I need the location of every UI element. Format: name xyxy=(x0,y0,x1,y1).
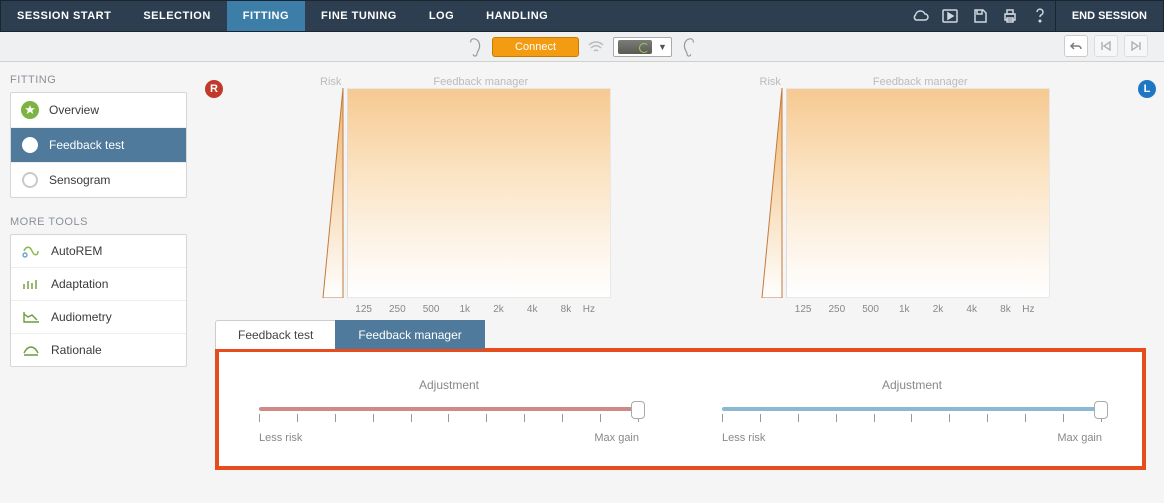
top-nav-bar: SESSION START SELECTION FITTING FINE TUN… xyxy=(0,0,1164,32)
risk-triangle-right xyxy=(311,88,347,298)
end-session-button[interactable]: END SESSION xyxy=(1055,1,1163,31)
feedback-manager-label: Feedback manager xyxy=(351,76,611,88)
risk-triangle-left xyxy=(750,88,786,298)
sidebar-item-adaptation[interactable]: Adaptation xyxy=(11,268,186,301)
chevron-down-icon: ▼ xyxy=(658,42,667,52)
slider-ticks xyxy=(722,414,1102,424)
left-ear-icon xyxy=(680,37,696,57)
tab-feedback-test[interactable]: Feedback test xyxy=(215,320,336,349)
sidebar-group-fitting: Overview Feedback test Sensogram xyxy=(10,92,187,198)
sidebar-item-overview[interactable]: Overview xyxy=(11,93,186,128)
adjustment-left: Adjustment Less risk Max gain xyxy=(722,378,1102,444)
x-axis-right: 125 250 500 1k 2k 4k 8k Hz xyxy=(311,298,611,315)
sidebar-heading-fitting: FITTING xyxy=(10,74,187,86)
adjustment-panel: Adjustment Less risk Max gain Adjustment xyxy=(215,348,1146,470)
device-icon xyxy=(618,40,652,54)
sidebar-item-autorem[interactable]: AutoREM xyxy=(11,235,186,268)
chart-left: Risk Feedback manager 125 250 500 xyxy=(750,76,1050,315)
adjustment-right: Adjustment Less risk Max gain xyxy=(259,378,639,444)
sidebar-item-label: Audiometry xyxy=(51,310,112,324)
right-ear-badge: R xyxy=(205,80,223,98)
nav-fitting[interactable]: FITTING xyxy=(227,1,305,31)
adjustment-slider-left[interactable] xyxy=(722,400,1102,424)
sidebar-item-rationale[interactable]: Rationale xyxy=(11,334,186,366)
nav-session-start[interactable]: SESSION START xyxy=(1,1,127,31)
slider-right-label: Max gain xyxy=(594,432,639,444)
print-icon[interactable] xyxy=(995,1,1025,31)
sidebar-group-more: AutoREM Adaptation Audiometry Rationale xyxy=(10,234,187,367)
nav-log[interactable]: LOG xyxy=(413,1,470,31)
sidebar-item-label: Rationale xyxy=(51,343,102,357)
risk-label: Risk xyxy=(311,76,351,88)
sidebar-item-sensogram[interactable]: Sensogram xyxy=(11,163,186,197)
ring-icon xyxy=(22,137,38,153)
adjustment-title: Adjustment xyxy=(722,378,1102,392)
connect-button[interactable]: Connect xyxy=(492,37,579,57)
left-ear-badge: L xyxy=(1138,80,1156,98)
slider-left-label: Less risk xyxy=(722,432,765,444)
feedback-manager-label: Feedback manager xyxy=(790,76,1050,88)
nav-fine-tuning[interactable]: FINE TUNING xyxy=(305,1,413,31)
tab-feedback-manager[interactable]: Feedback manager xyxy=(335,320,484,349)
sidebar: FITTING Overview Feedback test Sensogram… xyxy=(0,62,197,503)
device-toolbar: Connect ▼ xyxy=(0,32,1164,62)
feedback-area-right xyxy=(347,88,611,298)
audiometry-icon xyxy=(21,309,41,325)
cloud-icon[interactable] xyxy=(905,1,935,31)
sidebar-item-audiometry[interactable]: Audiometry xyxy=(11,301,186,334)
help-icon[interactable] xyxy=(1025,1,1055,31)
slider-ticks xyxy=(259,414,639,424)
sidebar-item-label: Feedback test xyxy=(49,138,124,152)
undo-button[interactable] xyxy=(1064,35,1088,57)
adjustment-title: Adjustment xyxy=(259,378,639,392)
tabs: Feedback test Feedback manager xyxy=(215,319,1146,348)
right-ear-icon xyxy=(468,37,484,57)
slider-right-label: Max gain xyxy=(1057,432,1102,444)
wifi-icon xyxy=(587,40,605,54)
skip-back-button xyxy=(1094,35,1118,57)
chart-right: Risk Feedback manager 125 250 500 xyxy=(311,76,611,315)
autorem-icon xyxy=(21,243,41,259)
feedback-area-left xyxy=(786,88,1050,298)
play-icon[interactable] xyxy=(935,1,965,31)
skip-fwd-button xyxy=(1124,35,1148,57)
device-selector[interactable]: ▼ xyxy=(613,37,672,57)
ring-icon xyxy=(22,172,38,188)
sidebar-item-label: AutoREM xyxy=(51,244,102,258)
sidebar-item-feedback-test[interactable]: Feedback test xyxy=(11,128,186,163)
adjustment-slider-right[interactable] xyxy=(259,400,639,424)
star-icon xyxy=(21,101,39,119)
rationale-icon xyxy=(21,342,41,358)
sidebar-heading-more: MORE TOOLS xyxy=(10,216,187,228)
save-icon[interactable] xyxy=(965,1,995,31)
main-content: R L Risk Feedback manager xyxy=(197,62,1164,503)
nav-handling[interactable]: HANDLING xyxy=(470,1,564,31)
adaptation-icon xyxy=(21,276,41,292)
x-axis-left: 125 250 500 1k 2k 4k 8k Hz xyxy=(750,298,1050,315)
sidebar-item-label: Overview xyxy=(49,103,99,117)
nav-selection[interactable]: SELECTION xyxy=(127,1,226,31)
slider-left-label: Less risk xyxy=(259,432,302,444)
sidebar-item-label: Sensogram xyxy=(49,173,110,187)
risk-label: Risk xyxy=(750,76,790,88)
slider-thumb[interactable] xyxy=(1094,401,1108,419)
slider-thumb[interactable] xyxy=(631,401,645,419)
sidebar-item-label: Adaptation xyxy=(51,277,108,291)
